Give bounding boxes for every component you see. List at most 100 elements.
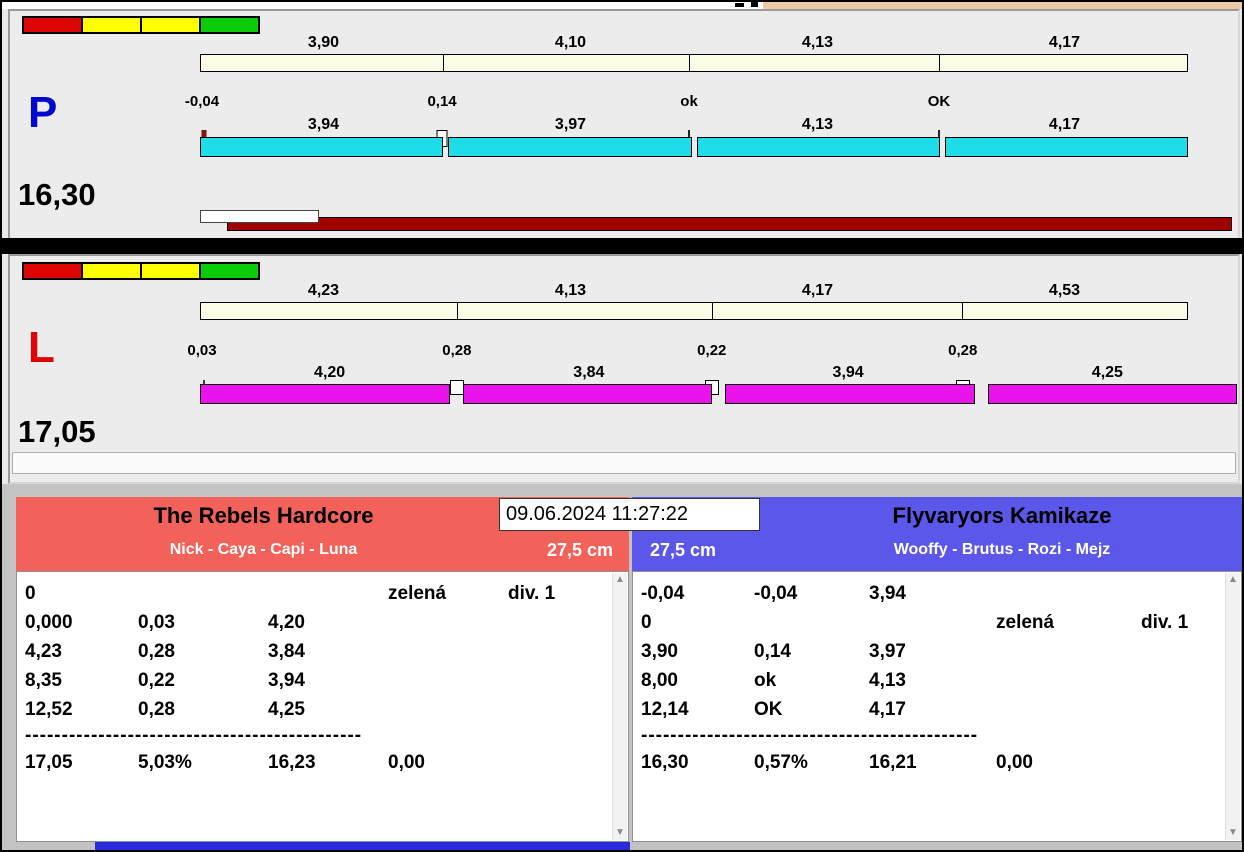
table-cell: 0,22 (138, 670, 175, 691)
split-time-bar (987, 384, 1237, 404)
pass-delta-label: 0,14 (427, 93, 457, 110)
status-strip (12, 452, 1236, 474)
pass-delta-label: 0,28 (442, 342, 472, 359)
table-row: 0 zelená div. 1 (25, 579, 628, 608)
table-cell: 3,84 (268, 641, 305, 662)
results-divider: ----------------------------------------… (25, 725, 363, 746)
start-light-yellow1 (81, 16, 142, 34)
table-cell: 4,20 (268, 612, 305, 633)
reference-time-bar (200, 54, 1188, 72)
table-row: 0 zelená div. 1 (641, 608, 1241, 637)
split-time-bars (200, 384, 1237, 404)
pass-delta-labels: 0,03 0,28 0,22 0,28 (187, 342, 1188, 360)
progress-box (200, 210, 319, 223)
results-rows: -0,04 -0,04 3,94 0 zelená div. 1 3,90 0,14 3,97 8… (641, 579, 1241, 724)
lane-l-total-time: 17,05 (18, 414, 96, 449)
datetime-display: 09.06.2024 11:27:22 (499, 498, 760, 531)
table-cell: zelená (996, 612, 1055, 633)
table-cell (996, 579, 1141, 608)
table-cell: 0 (641, 612, 652, 633)
table-cell: -0,04 (754, 583, 798, 604)
titlebar-strip (2, 2, 1242, 9)
titlebar-mark (751, 2, 758, 7)
split-time-bar (944, 137, 1188, 157)
table-row: 4,23 0,28 3,84 (25, 637, 628, 666)
split-time-label: 4,13 (801, 116, 834, 133)
split-time-label: 4,17 (1048, 116, 1081, 133)
summary-row: 17,05 5,03% 16,23 0,00 (25, 748, 628, 777)
table-cell: 12,52 (25, 699, 73, 720)
lane-p-label: P (28, 88, 58, 137)
table-cell (388, 666, 508, 695)
table-cell: 3,90 (641, 641, 678, 662)
reference-split-label: 4,13 (801, 34, 834, 51)
split-time-label: 3,94 (832, 364, 864, 381)
reference-split-label: 3,90 (307, 34, 340, 51)
scrollbar[interactable]: ▲ ▼ (1225, 573, 1240, 840)
split-time-label: 4,25 (1091, 364, 1123, 381)
start-lights (22, 16, 260, 34)
split-time-bar (200, 137, 444, 157)
net-time: 16,21 (869, 752, 917, 773)
reference-split-label: 4,23 (307, 282, 340, 299)
penalty: 0,00 (996, 752, 1033, 773)
table-cell: 3,97 (869, 641, 906, 662)
pass-delta-label: ok (680, 93, 698, 110)
scroll-up-icon[interactable]: ▲ (1226, 573, 1240, 587)
split-time-label: 3,94 (307, 116, 340, 133)
split-time-bars (200, 137, 1188, 157)
scrollbar[interactable]: ▲ ▼ (612, 573, 627, 840)
split-divider (711, 303, 713, 319)
pass-delta-label: 0,28 (948, 342, 978, 359)
table-row: 12,52 0,28 4,25 (25, 695, 628, 724)
table-cell (508, 695, 628, 724)
lane-l-label: L (28, 323, 55, 372)
results-rows: 0 zelená div. 1 0,000 0,03 4,20 4,23 0,28 3,84 8,… (25, 579, 628, 724)
split-time-bar (462, 384, 712, 404)
net-time: 16,23 (268, 752, 316, 773)
percentage: 0,57% (754, 752, 808, 773)
table-row: -0,04 -0,04 3,94 (641, 579, 1241, 608)
lane-l-panel: L 4,23 4,13 4,17 4,53 0,03 0,28 0,22 0,28 4,20… (8, 254, 1240, 484)
results-section: The Rebels Hardcore Nick - Caya - Capi -… (2, 484, 1242, 850)
reference-split-label: 4,10 (554, 34, 587, 51)
titlebar-left (2, 2, 763, 9)
split-divider (457, 303, 459, 319)
reference-split-label: 4,13 (554, 282, 587, 299)
team-members: Wooffy - Brutus - Rozi - Mejz (893, 541, 1111, 558)
table-cell (388, 637, 508, 666)
table-cell: 0,03 (138, 612, 175, 633)
split-time-labels: 4,20 3,84 3,94 4,25 (200, 364, 1237, 383)
total-time: 17,05 (25, 752, 73, 773)
table-cell: 0,14 (754, 641, 791, 662)
table-cell: 8,00 (641, 670, 678, 691)
scroll-down-icon[interactable]: ▼ (1226, 826, 1240, 840)
table-cell: 0,28 (138, 699, 175, 720)
table-cell (138, 579, 268, 608)
titlebar-right (763, 2, 1242, 9)
pass-delta-label: 0,22 (697, 342, 727, 359)
table-cell: 0 (25, 583, 36, 604)
table-cell (996, 666, 1141, 695)
table-cell (388, 695, 508, 724)
split-time-label: 4,20 (314, 364, 346, 381)
table-row: 8,00 ok 4,13 (641, 666, 1241, 695)
penalty: 0,00 (388, 752, 425, 773)
spacer-cell (508, 748, 628, 777)
team-name: Flyvaryors Kamikaze (892, 503, 1112, 528)
reference-split-label: 4,17 (1048, 34, 1081, 51)
scroll-down-icon[interactable]: ▼ (613, 826, 627, 840)
reference-split-labels: 4,23 4,13 4,17 4,53 (200, 282, 1188, 301)
split-time-label: 3,97 (554, 116, 587, 133)
pass-delta-labels: -0,04 0,14 ok OK (185, 93, 1188, 111)
pass-delta-label: OK (927, 93, 951, 110)
reference-split-label: 4,53 (1048, 282, 1081, 299)
table-cell: zelená (388, 583, 447, 604)
split-time-bar (200, 384, 450, 404)
taskbar-strip (95, 842, 630, 850)
table-cell: 0,28 (138, 641, 175, 662)
team-name: The Rebels Hardcore (153, 503, 374, 528)
lane-p-total-time: 16,30 (18, 177, 96, 212)
start-light-green (199, 262, 260, 280)
scroll-up-icon[interactable]: ▲ (613, 573, 627, 587)
